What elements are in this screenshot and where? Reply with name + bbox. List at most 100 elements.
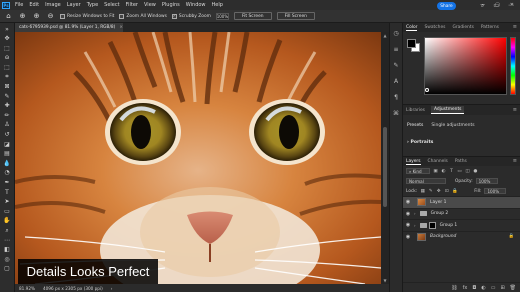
scroll-down-icon[interactable]: ▼ xyxy=(382,278,388,283)
filter-adjustment-icon[interactable]: ◐ xyxy=(441,169,446,174)
quick-mask-icon[interactable]: ◎ xyxy=(3,256,12,263)
chevron-right-icon[interactable]: › xyxy=(414,211,416,216)
glyphs-panel-icon[interactable]: ⌘ xyxy=(392,109,400,117)
share-button[interactable]: Share xyxy=(437,2,456,10)
blend-mode-select[interactable]: Normal xyxy=(406,178,446,184)
lock-transparent-icon[interactable]: ▦ xyxy=(420,189,425,194)
link-layers-icon[interactable]: ⛓ xyxy=(451,285,457,291)
color-picker-field[interactable] xyxy=(424,37,507,95)
hue-slider[interactable] xyxy=(510,37,516,95)
fill-field[interactable]: 100% xyxy=(484,188,507,194)
zoom-out-icon[interactable]: ⊖ xyxy=(46,12,55,21)
delete-layer-icon[interactable]: 🗑 xyxy=(510,285,516,291)
object-select-tool-icon[interactable]: ⬚ xyxy=(3,64,12,71)
dodge-tool-icon[interactable]: ◔ xyxy=(3,170,12,177)
crop-tool-icon[interactable]: ⌗ xyxy=(3,74,12,81)
filter-smart-object-icon[interactable]: ◫ xyxy=(465,169,470,174)
layer-mask-thumbnail[interactable] xyxy=(428,221,436,229)
tab-color[interactable]: Color xyxy=(406,25,418,31)
menu-file[interactable]: File xyxy=(15,2,23,8)
menu-help[interactable]: Help xyxy=(212,2,223,8)
color-picker-marker[interactable] xyxy=(425,88,429,92)
visibility-eye-icon[interactable]: ◉ xyxy=(403,211,413,217)
eraser-tool-icon[interactable]: ◪ xyxy=(3,141,12,148)
history-panel-icon[interactable]: ◷ xyxy=(392,29,400,37)
more-tools-icon[interactable]: ⋯ xyxy=(3,237,12,244)
home-icon[interactable]: ⌂ xyxy=(4,12,13,21)
character-panel-icon[interactable]: A xyxy=(392,77,400,85)
lasso-tool-icon[interactable]: ɷ xyxy=(3,55,12,62)
portraits-section[interactable]: › Portraits xyxy=(403,128,520,145)
tab-layers[interactable]: Layers xyxy=(406,159,421,165)
layer-name[interactable]: Group 1 xyxy=(440,223,458,228)
healing-tool-icon[interactable]: ✚ xyxy=(3,103,12,110)
zoom-percent-field[interactable]: 100% xyxy=(215,12,229,20)
layer-row-layer-1[interactable]: ◉ Layer 1 xyxy=(403,196,520,208)
eyedropper-tool-icon[interactable]: ✎ xyxy=(3,93,12,100)
vertical-scrollbar[interactable]: ▲ ▼ xyxy=(381,32,389,284)
hand-tool-icon[interactable]: ✋ xyxy=(3,218,12,225)
path-select-tool-icon[interactable]: ➤ xyxy=(3,199,12,206)
menu-image[interactable]: Image xyxy=(45,2,61,8)
zoom-all-windows-checkbox[interactable]: Zoom All Windows xyxy=(119,13,167,19)
new-group-icon[interactable]: ▭ xyxy=(491,285,496,291)
move-tool-icon[interactable]: ✥ xyxy=(3,36,12,43)
status-arrow-icon[interactable]: › xyxy=(111,286,113,291)
zoom-tool-icon[interactable]: ⌕ xyxy=(3,227,12,234)
layer-row-group-2[interactable]: ◉ › Group 2 xyxy=(403,207,520,220)
menu-type[interactable]: Type xyxy=(87,2,98,8)
zoom-tool-icon[interactable]: ⊕ xyxy=(18,12,27,21)
blur-tool-icon[interactable]: 💧 xyxy=(3,160,12,167)
single-adjustments-toggle[interactable]: Single adjustments xyxy=(431,123,474,128)
fit-screen-button[interactable]: Fit Screen xyxy=(233,12,272,20)
status-zoom[interactable]: 81.92% xyxy=(19,286,35,291)
type-tool-icon[interactable]: T xyxy=(3,189,12,196)
filter-toggle-icon[interactable]: ● xyxy=(473,169,478,174)
layer-row-background[interactable]: ◉ Background 🔒 xyxy=(403,230,520,243)
presets-toggle[interactable]: Presets xyxy=(407,123,423,128)
tab-channels[interactable]: Channels xyxy=(428,159,448,164)
menu-edit[interactable]: Edit xyxy=(29,2,39,8)
collapse-icon[interactable]: » xyxy=(3,26,12,33)
history-brush-tool-icon[interactable]: ↺ xyxy=(3,132,12,139)
gradient-tool-icon[interactable]: ▤ xyxy=(3,151,12,158)
checkbox-box[interactable] xyxy=(119,13,125,19)
resize-windows-checkbox[interactable]: Resize Windows to Fit xyxy=(60,13,114,19)
color-swatches-icon[interactable]: ◧ xyxy=(3,247,12,254)
layer-row-group-1[interactable]: ◉ › Group 1 xyxy=(403,219,520,231)
chevron-right-icon[interactable]: › xyxy=(414,223,416,228)
panel-menu-icon[interactable]: ≡ xyxy=(513,24,517,30)
lock-pixels-icon[interactable]: ✎ xyxy=(428,189,433,194)
filter-pixel-icon[interactable]: ▣ xyxy=(433,169,438,174)
marquee-tool-icon[interactable]: ⬚ xyxy=(3,45,12,52)
search-icon[interactable]: ⌕ xyxy=(481,2,484,10)
menu-view[interactable]: View xyxy=(144,2,156,8)
menu-select[interactable]: Select xyxy=(104,2,119,8)
visibility-eye-icon[interactable]: ◉ xyxy=(403,234,413,240)
menu-window[interactable]: Window xyxy=(186,2,206,8)
lock-all-icon[interactable]: 🔒 xyxy=(452,189,458,194)
layer-name[interactable]: Background xyxy=(430,234,456,239)
document-tab[interactable]: cats-6795939.psd @ 81.9% (Layer 1, RGB/8… xyxy=(15,23,123,32)
tab-adjustments[interactable]: Adjustments xyxy=(430,106,465,114)
paragraph-panel-icon[interactable]: ¶ xyxy=(392,93,400,101)
menu-filter[interactable]: Filter xyxy=(126,2,138,8)
photoshop-logo[interactable]: Ps xyxy=(2,1,10,9)
foreground-color-swatch[interactable] xyxy=(407,39,416,48)
close-tab-icon[interactable]: × xyxy=(119,25,123,30)
scroll-thumb[interactable] xyxy=(383,127,387,207)
visibility-eye-icon[interactable]: ◉ xyxy=(403,199,413,205)
layer-name[interactable]: Group 2 xyxy=(431,211,449,216)
menu-plugins[interactable]: Plugins xyxy=(162,2,180,8)
frame-tool-icon[interactable]: ⊠ xyxy=(3,84,12,91)
lock-artboard-icon[interactable]: ⊡ xyxy=(444,189,449,194)
screen-mode-icon[interactable]: ▢ xyxy=(3,266,12,273)
brush-tool-icon[interactable]: ✏ xyxy=(3,112,12,119)
visibility-eye-icon[interactable]: ◉ xyxy=(403,222,413,228)
zoom-in-icon[interactable]: ⊕ xyxy=(32,12,41,21)
tab-swatches[interactable]: Swatches xyxy=(424,25,445,30)
panel-menu-icon[interactable]: ≡ xyxy=(513,158,517,164)
checkbox-box[interactable] xyxy=(60,13,65,19)
pen-tool-icon[interactable]: ✒ xyxy=(3,180,12,187)
tab-gradients[interactable]: Gradients xyxy=(452,25,473,30)
